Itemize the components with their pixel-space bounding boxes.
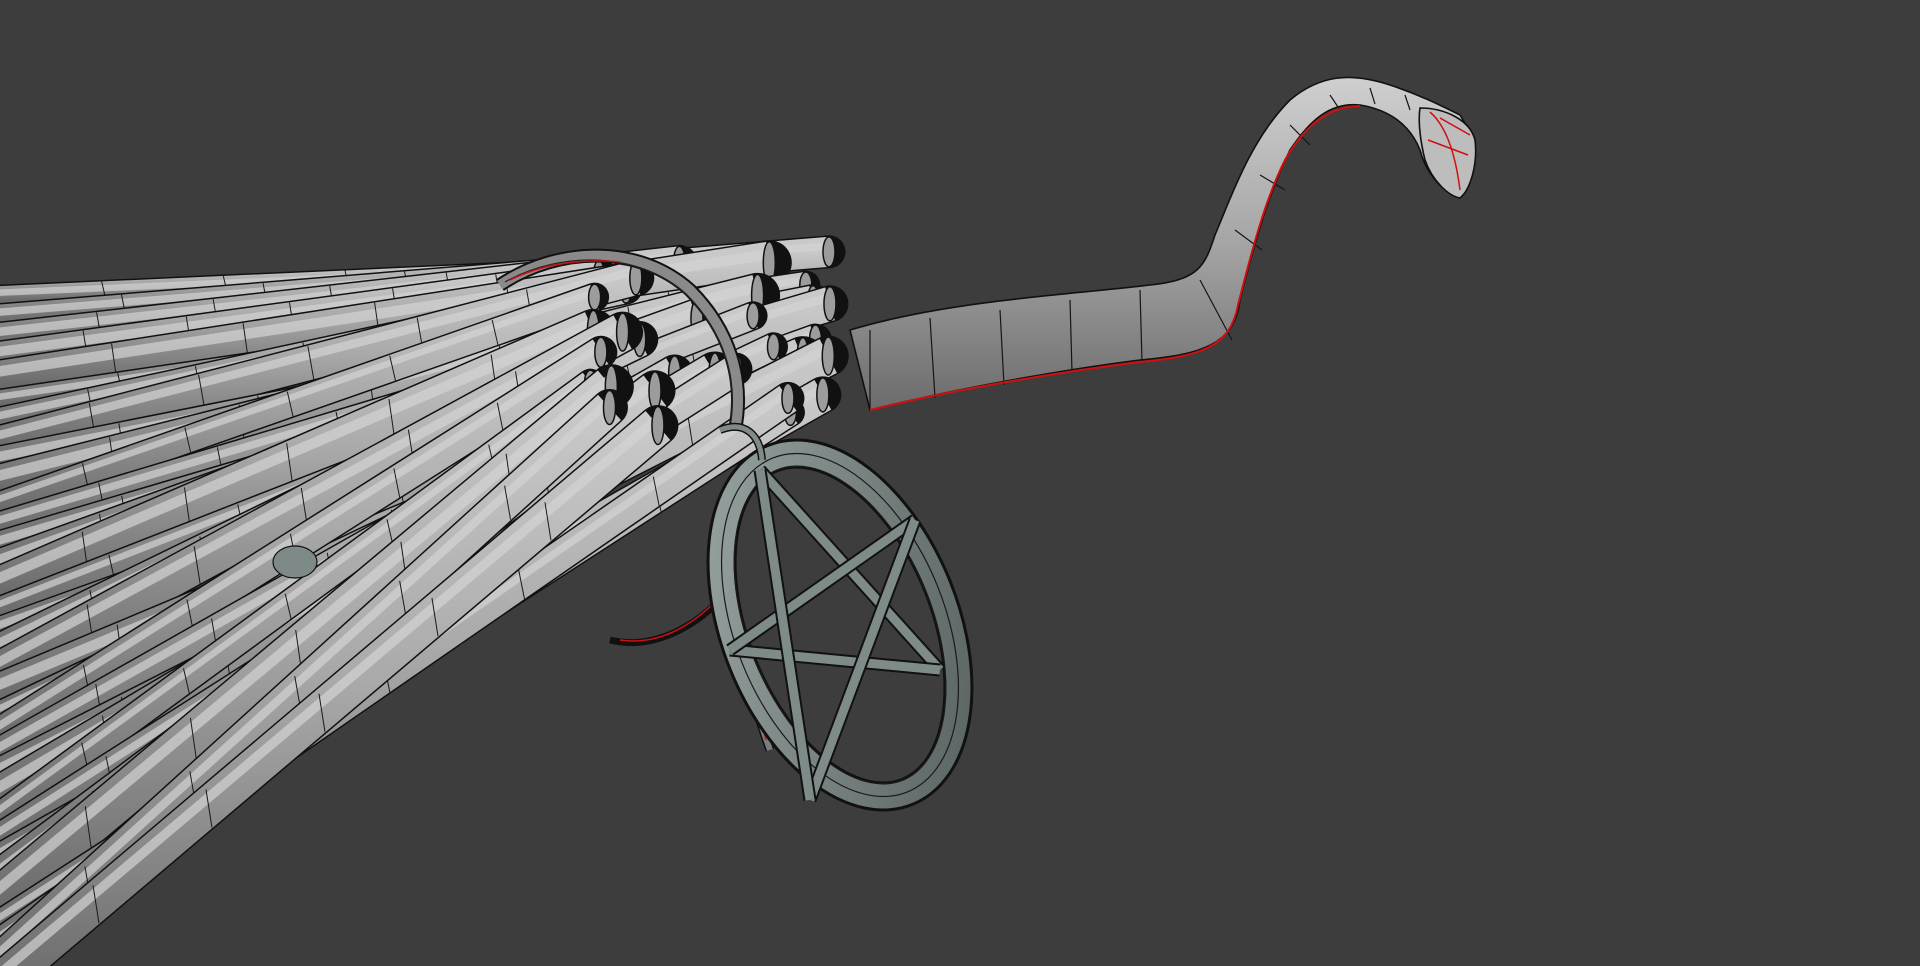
pentagram-strut xyxy=(729,645,941,675)
broom-handle[interactable] xyxy=(849,76,1476,411)
broom-mesh-object[interactable] xyxy=(0,0,1920,966)
3d-viewport[interactable] xyxy=(0,0,1920,966)
hook-tip[interactable] xyxy=(1418,107,1477,199)
cord-under-wrap-seam xyxy=(619,604,713,642)
pentagram-pendant[interactable] xyxy=(675,419,1005,831)
bristle-inner-detail xyxy=(272,545,318,579)
cord-under-wrap xyxy=(609,597,723,647)
